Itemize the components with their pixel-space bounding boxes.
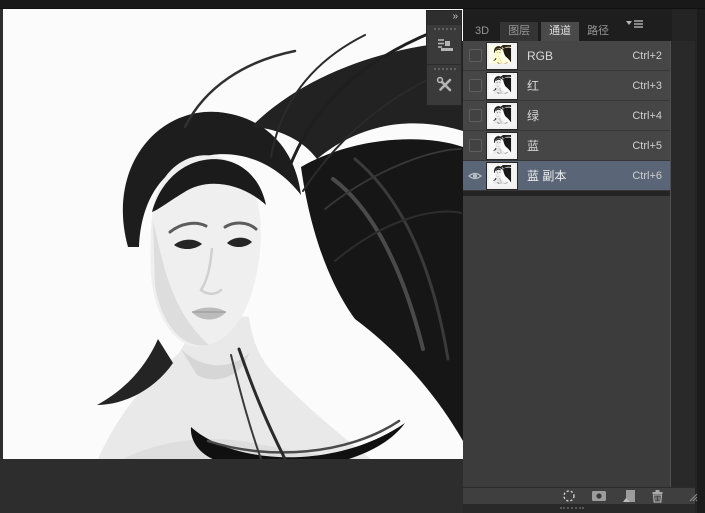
drag-grip: [560, 507, 584, 509]
panel-bottom-drag-bar[interactable]: [463, 504, 695, 513]
panel-menu-icon[interactable]: [626, 18, 644, 30]
tool-presets-icon: [436, 76, 454, 94]
portrait-photo: [3, 9, 463, 459]
eye-well: [469, 139, 482, 152]
panel-resize-grip[interactable]: [686, 489, 698, 503]
tab-channels[interactable]: 通道: [541, 22, 579, 41]
channel-thumbnail: [487, 73, 517, 99]
channels-panel: 3D 图层 通道 路径 RGB Ctrl+2 红 Ctrl+3: [463, 9, 695, 504]
dock-button-layer-comps[interactable]: [427, 24, 461, 64]
dock-button-tool-presets[interactable]: [427, 64, 461, 104]
channel-row-blue-copy[interactable]: 蓝 副本 Ctrl+6: [463, 161, 670, 191]
channels-panel-toolbar: [463, 487, 695, 504]
channel-row-red[interactable]: 红 Ctrl+3: [463, 71, 670, 101]
channel-label: 红: [527, 77, 632, 94]
panel-scrollbar-gutter[interactable]: [670, 41, 695, 487]
channel-shortcut: Ctrl+4: [632, 110, 662, 122]
channel-label: 蓝 副本: [527, 167, 632, 184]
channel-shortcut: Ctrl+5: [632, 140, 662, 152]
channel-list-empty-area: [463, 196, 670, 487]
dock-edge: [697, 9, 705, 513]
channel-label: 绿: [527, 107, 632, 124]
save-selection-as-channel-button[interactable]: [591, 489, 607, 503]
channel-list: RGB Ctrl+2 红 Ctrl+3 绿 Ctrl+4 蓝 Ctrl+5: [463, 41, 670, 191]
drag-grip: [434, 68, 456, 70]
channel-thumbnail: [487, 43, 517, 69]
channel-shortcut: Ctrl+2: [632, 50, 662, 62]
eye-well: [469, 49, 482, 62]
eye-icon: [468, 171, 482, 181]
photoshop-workspace: » 3D 图层 通道: [0, 0, 705, 513]
visibility-toggle[interactable]: [463, 79, 487, 92]
eye-well: [469, 79, 482, 92]
document-canvas[interactable]: [3, 9, 463, 459]
visibility-toggle[interactable]: [463, 171, 487, 181]
dock-collapse-button[interactable]: »: [427, 11, 461, 24]
app-top-bar: [0, 0, 705, 9]
eye-well: [469, 109, 482, 122]
tab-layers[interactable]: 图层: [500, 22, 538, 41]
channel-label: RGB: [527, 49, 632, 63]
visibility-toggle[interactable]: [463, 109, 487, 122]
channel-shortcut: Ctrl+6: [632, 170, 662, 182]
channel-row-green[interactable]: 绿 Ctrl+4: [463, 101, 670, 131]
channel-shortcut: Ctrl+3: [632, 80, 662, 92]
channel-label: 蓝: [527, 137, 632, 154]
channel-thumbnail: [487, 133, 517, 159]
visibility-toggle[interactable]: [463, 49, 487, 62]
tab-paths[interactable]: 路径: [579, 22, 617, 41]
channel-thumbnail: [487, 163, 517, 189]
layer-comps-icon: [436, 36, 454, 54]
load-channel-as-selection-button[interactable]: [562, 489, 576, 503]
channel-row-rgb[interactable]: RGB Ctrl+2: [463, 41, 670, 71]
delete-channel-button[interactable]: [651, 489, 664, 503]
drag-grip: [434, 28, 456, 30]
panel-tab-bar: 3D 图层 通道 路径: [463, 9, 672, 41]
channel-row-blue[interactable]: 蓝 Ctrl+5: [463, 131, 670, 161]
channel-thumbnail: [487, 103, 517, 129]
icon-dock: »: [426, 10, 462, 106]
tab-3d[interactable]: 3D: [467, 22, 497, 41]
new-channel-button[interactable]: [622, 489, 636, 503]
expand-panels-icon: »: [452, 11, 457, 22]
visibility-toggle[interactable]: [463, 139, 487, 152]
